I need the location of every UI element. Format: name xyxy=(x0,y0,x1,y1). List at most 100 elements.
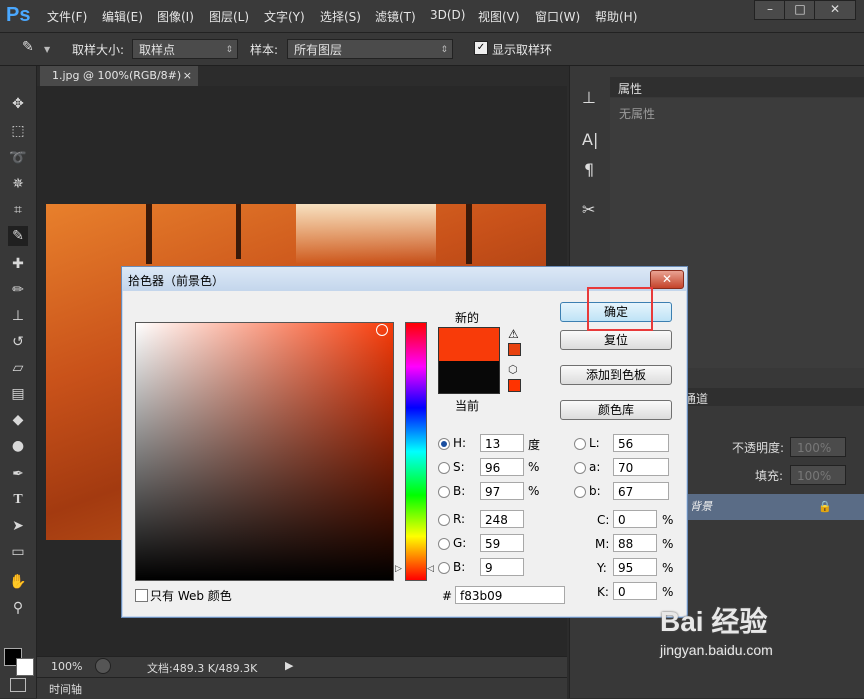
document-tab[interactable]: 1.jpg @ 100%(RGB/8#) × xyxy=(40,66,198,86)
s-input[interactable]: 96 xyxy=(480,458,524,476)
path-select-icon[interactable]: ➤ xyxy=(8,516,28,536)
show-ring-checkbox[interactable]: ✓ xyxy=(474,41,488,55)
zoom-level[interactable]: 100% xyxy=(51,660,82,673)
eyedropper-icon[interactable]: ✎ xyxy=(22,39,34,55)
hue-slider-right-handle-icon[interactable]: ◁ xyxy=(427,564,434,574)
lab-b-radio[interactable] xyxy=(574,486,586,498)
maximize-button[interactable]: □ xyxy=(784,0,816,20)
menu-select[interactable]: 选择(S) xyxy=(320,8,361,25)
eraser-tool-icon[interactable]: ▱ xyxy=(8,358,28,378)
g-radio[interactable] xyxy=(438,538,450,550)
fill-input[interactable]: 100% xyxy=(790,465,846,485)
hue-slider-left-handle-icon[interactable]: ▷ xyxy=(395,564,402,574)
no-properties-text: 无属性 xyxy=(619,107,656,121)
l-input[interactable]: 56 xyxy=(613,434,669,452)
move-tool-icon[interactable]: ✥ xyxy=(8,94,28,114)
menu-layer[interactable]: 图层(L) xyxy=(209,8,249,25)
tools-preset-icon[interactable]: ✂ xyxy=(582,200,595,219)
share-icon[interactable] xyxy=(95,658,111,674)
y-input[interactable]: 95 xyxy=(613,558,657,576)
color-libraries-button[interactable]: 颜色库 xyxy=(560,400,672,420)
add-to-swatches-button[interactable]: 添加到色板 xyxy=(560,365,672,385)
blue-input[interactable]: 9 xyxy=(480,558,524,576)
a-radio[interactable] xyxy=(574,462,586,474)
close-tab-icon[interactable]: × xyxy=(183,66,192,86)
menu-3d[interactable]: 3D(D) xyxy=(430,8,465,22)
l-radio[interactable] xyxy=(574,438,586,450)
stamp-tool-icon[interactable]: ⊥ xyxy=(8,306,28,326)
dialog-close-button[interactable]: ✕ xyxy=(650,270,684,289)
tree-trunk xyxy=(236,204,241,259)
layer-row-background[interactable]: 背景 🔒 xyxy=(680,494,864,520)
properties-tab[interactable]: 属性 xyxy=(618,80,642,97)
type-tool-icon[interactable]: T xyxy=(8,490,28,510)
gamut-color-swatch[interactable] xyxy=(508,343,521,356)
menu-view[interactable]: 视图(V) xyxy=(478,8,520,25)
menu-file[interactable]: 文件(F) xyxy=(47,8,87,25)
character-panel-icon[interactable]: A| xyxy=(582,130,598,149)
web-only-checkbox[interactable] xyxy=(135,589,148,602)
crop-tool-icon[interactable]: ⌗ xyxy=(8,200,28,220)
menu-window[interactable]: 窗口(W) xyxy=(535,8,580,25)
menu-help[interactable]: 帮助(H) xyxy=(595,8,637,25)
web-safe-color-swatch[interactable] xyxy=(508,379,521,392)
minimize-button[interactable]: – xyxy=(754,0,786,20)
g-input[interactable]: 59 xyxy=(480,534,524,552)
pen-tool-icon[interactable]: ✒ xyxy=(8,464,28,484)
k-input[interactable]: 0 xyxy=(613,582,657,600)
history-brush-icon[interactable]: ↺ xyxy=(8,332,28,352)
c-input[interactable]: 0 xyxy=(613,510,657,528)
chevron-down-icon[interactable]: ▼ xyxy=(44,45,50,54)
sample-select[interactable]: 所有图层 ⇕ xyxy=(287,39,453,59)
opacity-label-text: 不透明度: xyxy=(732,441,785,455)
reset-button[interactable]: 复位 xyxy=(560,330,672,350)
s-label: S: xyxy=(453,460,465,474)
current-color-swatch[interactable] xyxy=(438,361,500,394)
paragraph-panel-icon[interactable]: ¶ xyxy=(584,160,594,179)
hue-slider[interactable] xyxy=(405,322,427,581)
status-menu-arrow-icon[interactable]: ▶ xyxy=(285,659,293,672)
quick-mask-icon[interactable] xyxy=(10,678,26,692)
shape-tool-icon[interactable]: ▭ xyxy=(8,542,28,562)
lasso-tool-icon[interactable]: ➰ xyxy=(8,148,28,168)
saturation-brightness-field[interactable] xyxy=(135,322,394,581)
eyedropper-tool-icon[interactable]: ✎ xyxy=(8,226,28,246)
blur-tool-icon[interactable]: ◆ xyxy=(8,410,28,430)
timeline-tab[interactable]: 时间轴 xyxy=(37,677,567,699)
brightness-radio[interactable] xyxy=(438,486,450,498)
healing-brush-icon[interactable]: ✚ xyxy=(8,254,28,274)
marquee-tool-icon[interactable]: ⬚ xyxy=(8,121,28,141)
a-input[interactable]: 70 xyxy=(613,458,669,476)
sample-size-select[interactable]: 取样点 ⇕ xyxy=(132,39,238,59)
r-input[interactable]: 248 xyxy=(480,510,524,528)
hand-tool-icon[interactable]: ✋ xyxy=(8,572,28,592)
status-bar: 100% 文档:489.3 K/489.3K ▶ xyxy=(37,656,567,677)
menu-edit[interactable]: 编辑(E) xyxy=(102,8,143,25)
lab-b-input[interactable]: 67 xyxy=(613,482,669,500)
hex-label: # xyxy=(442,589,453,603)
blue-radio[interactable] xyxy=(438,562,450,574)
lock-icon: 🔒 xyxy=(818,500,832,513)
menu-filter[interactable]: 滤镜(T) xyxy=(375,8,416,25)
s-radio[interactable] xyxy=(438,462,450,474)
gradient-tool-icon[interactable]: ▤ xyxy=(8,384,28,404)
close-window-button[interactable]: ✕ xyxy=(814,0,856,20)
field-cursor[interactable] xyxy=(376,324,388,336)
ok-button-highlight xyxy=(587,287,653,331)
dodge-tool-icon[interactable]: ● xyxy=(8,436,28,456)
hex-input[interactable]: f83b09 xyxy=(455,586,565,604)
brightness-input[interactable]: 97 xyxy=(480,482,524,500)
m-input[interactable]: 88 xyxy=(613,534,657,552)
r-radio[interactable] xyxy=(438,514,450,526)
menu-image[interactable]: 图像(I) xyxy=(157,8,194,25)
a-label: a: xyxy=(589,460,601,474)
menu-type[interactable]: 文字(Y) xyxy=(264,8,305,25)
h-radio[interactable] xyxy=(438,438,450,450)
magic-wand-icon[interactable]: ✵ xyxy=(8,174,28,194)
opacity-input[interactable]: 100% xyxy=(790,437,846,457)
background-color-swatch[interactable] xyxy=(16,658,34,676)
stamp-panel-icon[interactable]: ⊥ xyxy=(582,88,596,107)
zoom-tool-icon[interactable]: ⚲ xyxy=(8,598,28,618)
brush-tool-icon[interactable]: ✏ xyxy=(8,280,28,300)
h-input[interactable]: 13 xyxy=(480,434,524,452)
